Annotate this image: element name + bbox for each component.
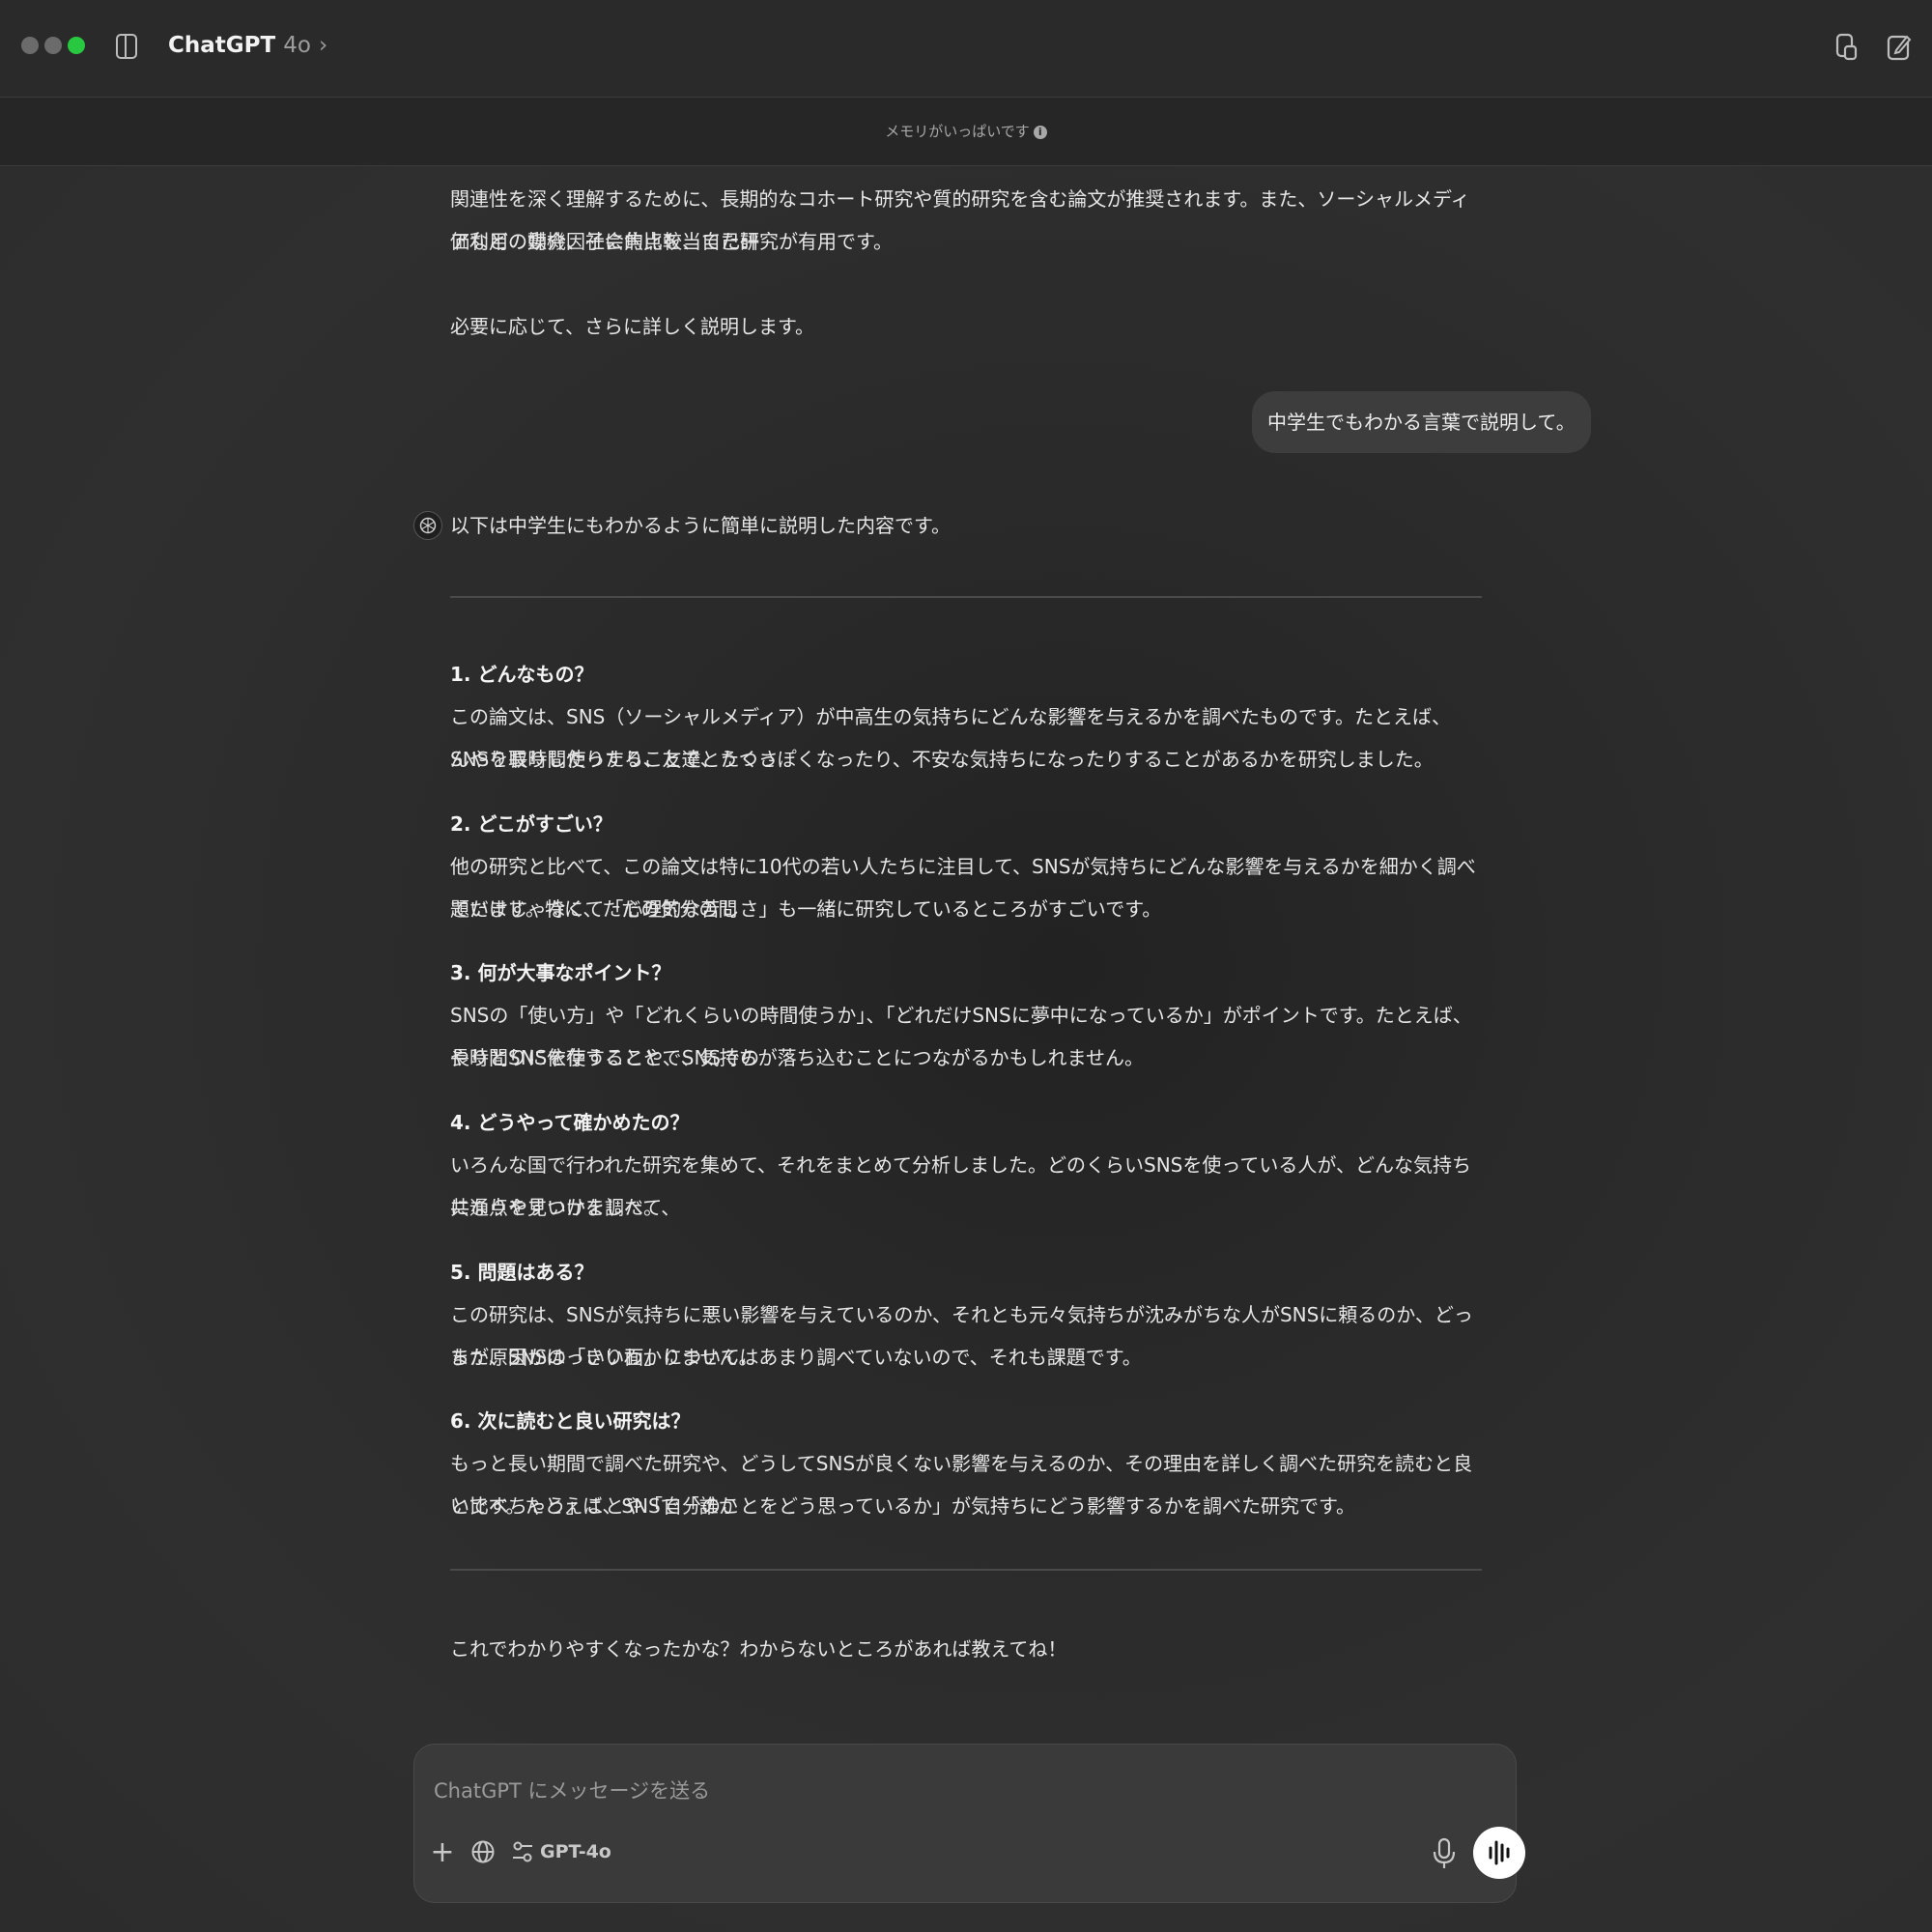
model-name: ChatGPT xyxy=(168,33,276,58)
section-3-line-2: やりとりに依存することで、気持ちが落ち込むことにつながるかもしれません。 xyxy=(450,1046,1144,1069)
section-2-line-2: 題だけじゃなくて「心理的な苦しさ」も一緒に研究しているところがすごいです。 xyxy=(450,897,1162,921)
section-6-heading: 6. 次に読むと良い研究は？ xyxy=(450,1409,691,1433)
voice-mode-button[interactable] xyxy=(1473,1827,1525,1879)
chatgpt-window: ChatGPT 4o › メモリがいっぱいです i 関連性を深く理解するために、長… xyxy=(0,0,1932,1932)
model-version: 4o xyxy=(283,33,311,58)
section-5-line-2: また、SNSの「いい面」についてはあまり調べていないので、それも課題です。 xyxy=(450,1346,1142,1369)
prev-assistant-paragraph-2: 必要に応じて、さらに詳しく説明します。 xyxy=(450,315,814,338)
title-bar: ChatGPT 4o › xyxy=(0,0,1932,98)
new-chat-icon[interactable] xyxy=(1886,32,1913,63)
sidebar-toggle-icon[interactable] xyxy=(116,34,137,59)
section-1-line-2: んやり取りしたりすることで、うつっぽくなったり、不安な気持ちになったりすることが… xyxy=(450,748,1434,771)
minimize-window-button[interactable] xyxy=(44,37,62,54)
copy-window-icon[interactable] xyxy=(1833,32,1861,63)
section-2-heading: 2. どこがすごい？ xyxy=(450,812,612,836)
user-message-bubble: 中学生でもわかる言葉で説明して。 xyxy=(1252,391,1591,453)
tools-icon xyxy=(513,1841,532,1862)
message-composer: + GPT-4o xyxy=(413,1744,1525,1903)
model-selector[interactable]: ChatGPT 4o › xyxy=(168,33,327,58)
divider-top xyxy=(450,596,1482,598)
assistant-closing: これでわかりやすくなったかな？わからないところがあれば教えてね！ xyxy=(450,1637,1067,1661)
memory-full-banner: メモリがいっぱいです i xyxy=(0,98,1932,166)
mic-icon[interactable] xyxy=(1431,1836,1458,1871)
section-6-line-2: と比べちゃう」ことや「自分のことをどう思っているか」が気持ちにどう影響するかを調… xyxy=(450,1494,1355,1518)
close-window-button[interactable] xyxy=(21,37,39,54)
section-5-heading: 5. 問題はある？ xyxy=(450,1261,594,1284)
section-4-heading: 4. どうやって確かめたの？ xyxy=(450,1111,690,1134)
model-chip-label: GPT-4o xyxy=(540,1841,611,1862)
section-1-heading: 1. どんなもの？ xyxy=(450,663,594,686)
plus-icon[interactable]: + xyxy=(428,1838,457,1867)
banner-text: メモリがいっぱいです i xyxy=(885,121,1047,141)
message-input[interactable] xyxy=(432,1774,1402,1808)
globe-icon[interactable] xyxy=(470,1839,496,1864)
zoom-window-button[interactable] xyxy=(68,37,85,54)
info-icon[interactable]: i xyxy=(1033,125,1047,139)
chevron-right-icon: › xyxy=(318,33,328,58)
section-4-line-2: 共通点を見つけました。 xyxy=(450,1196,663,1219)
prev-assistant-line-2: 価などの媒介因子に焦点を当てた研究が有用です。 xyxy=(450,230,893,253)
chatgpt-avatar-icon xyxy=(413,511,442,540)
model-chip-button[interactable]: GPT-4o xyxy=(511,1836,611,1867)
assistant-intro: 以下は中学生にもわかるように簡単に説明した内容です。 xyxy=(450,514,951,537)
conversation-area[interactable]: 関連性を深く理解するために、長期的なコホート研究や質的研究を含む論文が推奨されま… xyxy=(0,166,1932,1712)
voice-wave-icon xyxy=(1489,1840,1510,1865)
section-3-heading: 3. 何が大事なポイント？ xyxy=(450,961,671,984)
banner-label: メモリがいっぱいです xyxy=(885,123,1030,140)
divider-bottom xyxy=(450,1569,1482,1571)
